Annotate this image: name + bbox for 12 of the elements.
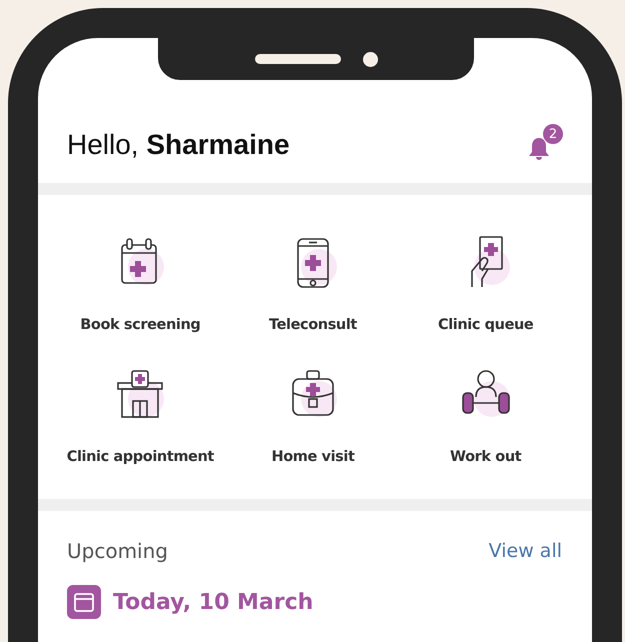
view-all-link[interactable]: View all xyxy=(488,540,562,562)
service-tile[interactable]: Clinic queue xyxy=(399,231,572,333)
section-title: Upcoming xyxy=(67,539,168,563)
notification-badge: 2 xyxy=(542,123,564,145)
service-tile[interactable]: Home visit xyxy=(226,363,400,465)
service-tile[interactable]: Teleconsult xyxy=(226,231,400,333)
service-tile[interactable]: Book screening xyxy=(54,231,227,333)
service-tile[interactable]: Work out xyxy=(399,363,572,465)
greeting: Hello, Sharmaine xyxy=(67,129,290,161)
calendar-icon xyxy=(67,585,101,619)
service-tile[interactable]: Clinic appointment xyxy=(54,363,227,465)
appointment-date: Today, 10 March xyxy=(113,590,314,614)
